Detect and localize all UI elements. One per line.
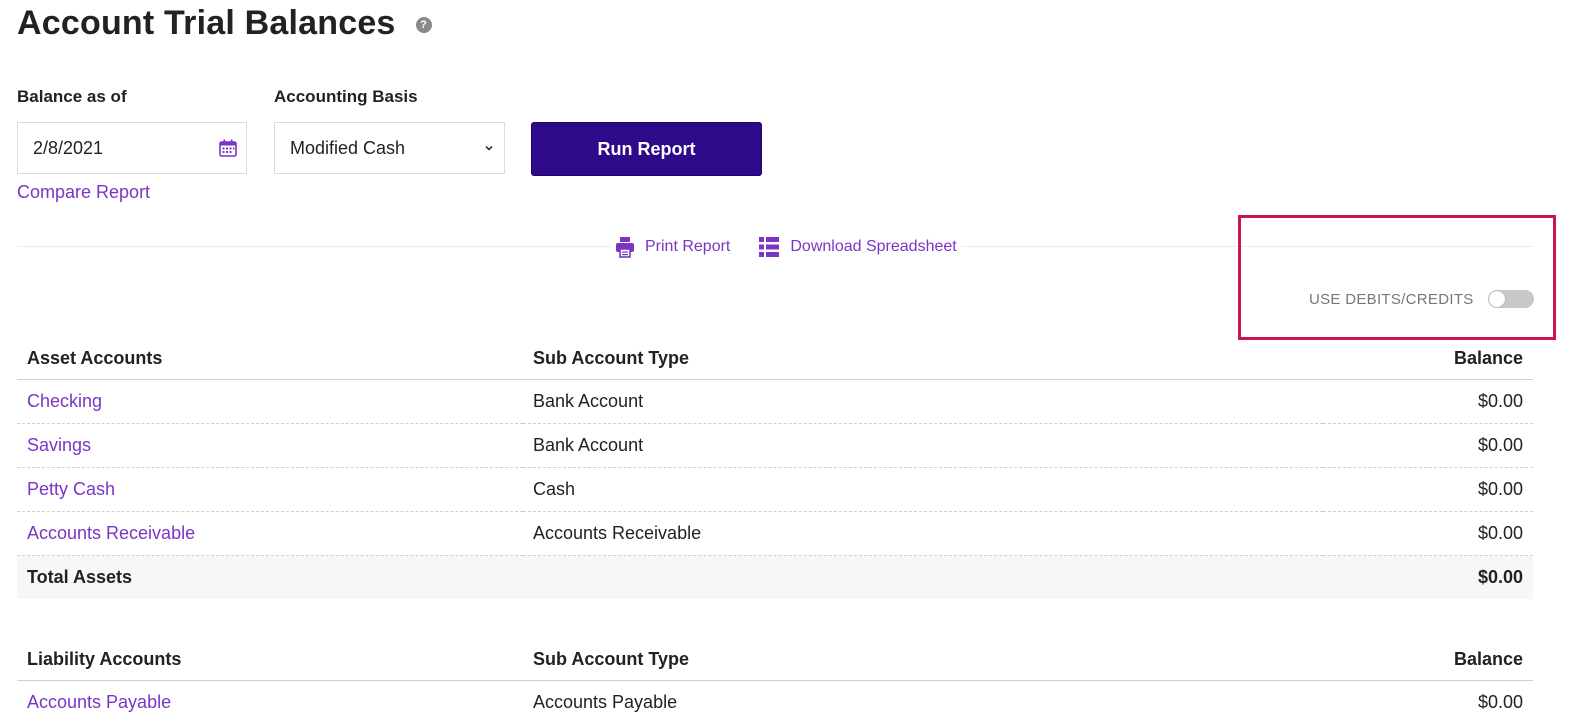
liability-accounts-table: Liability Accounts Sub Account Type Bala… bbox=[17, 638, 1533, 712]
column-header-sub-account-type: Sub Account Type bbox=[523, 638, 1323, 681]
debits-credits-toggle-row: USE DEBITS/CREDITS bbox=[1309, 290, 1534, 308]
title-row: Account Trial Balances ? bbox=[17, 4, 432, 43]
highlight-box bbox=[1238, 215, 1556, 340]
table-header-row: Asset Accounts Sub Account Type Balance bbox=[17, 337, 1533, 380]
table-row: Accounts Receivable Accounts Receivable … bbox=[17, 511, 1533, 556]
balance-cell: $0.00 bbox=[1323, 467, 1533, 512]
calendar-icon[interactable] bbox=[218, 138, 238, 158]
column-header-balance: Balance bbox=[1323, 638, 1533, 681]
accounting-basis-value: Modified Cash bbox=[290, 137, 406, 158]
download-spreadsheet-link[interactable]: Download Spreadsheet bbox=[758, 236, 957, 258]
balance-date-value: 2/8/2021 bbox=[33, 137, 104, 158]
sub-account-type: Accounts Receivable bbox=[523, 511, 1323, 556]
balance-cell: $0.00 bbox=[1323, 511, 1533, 556]
account-link[interactable]: Accounts Payable bbox=[17, 680, 523, 712]
balance-cell: $0.00 bbox=[1323, 680, 1533, 712]
column-header-asset-accounts: Asset Accounts bbox=[17, 337, 523, 380]
table-row: Savings Bank Account $0.00 bbox=[17, 423, 1533, 468]
debits-credits-toggle[interactable] bbox=[1487, 290, 1534, 308]
debits-credits-label: USE DEBITS/CREDITS bbox=[1309, 290, 1474, 308]
report-actions: Print Report Download Spreadsheet bbox=[611, 236, 961, 258]
column-header-sub-account-type: Sub Account Type bbox=[523, 337, 1323, 380]
asset-accounts-table: Asset Accounts Sub Account Type Balance … bbox=[17, 337, 1533, 599]
printer-icon bbox=[616, 237, 634, 258]
table-row: Accounts Payable Accounts Payable $0.00 bbox=[17, 680, 1533, 712]
accounting-basis-select[interactable]: Modified Cash bbox=[274, 122, 505, 174]
print-report-link[interactable]: Print Report bbox=[615, 236, 730, 258]
total-empty-cell bbox=[523, 555, 1323, 599]
toggle-knob bbox=[1488, 291, 1505, 307]
sub-account-type: Bank Account bbox=[523, 423, 1323, 468]
balance-cell: $0.00 bbox=[1323, 423, 1533, 468]
sub-account-type: Bank Account bbox=[523, 379, 1323, 424]
run-report-button[interactable]: Run Report bbox=[531, 122, 762, 176]
balance-date-input[interactable]: 2/8/2021 bbox=[17, 122, 247, 174]
account-link[interactable]: Savings bbox=[17, 423, 523, 468]
balance-cell: $0.00 bbox=[1323, 379, 1533, 424]
page-title: Account Trial Balances bbox=[17, 4, 396, 42]
account-link[interactable]: Petty Cash bbox=[17, 467, 523, 512]
page: Account Trial Balances ? Balance as of A… bbox=[0, 0, 1580, 712]
sub-account-type: Accounts Payable bbox=[523, 680, 1323, 712]
table-header-row: Liability Accounts Sub Account Type Bala… bbox=[17, 638, 1533, 681]
sub-account-type: Cash bbox=[523, 467, 1323, 512]
print-report-label: Print Report bbox=[645, 238, 731, 255]
help-icon[interactable]: ? bbox=[415, 16, 432, 33]
column-header-liability-accounts: Liability Accounts bbox=[17, 638, 523, 681]
chevron-down-icon bbox=[485, 145, 493, 151]
account-link[interactable]: Checking bbox=[17, 379, 523, 424]
list-icon bbox=[759, 237, 780, 257]
total-assets-label: Total Assets bbox=[17, 555, 523, 599]
total-assets-balance: $0.00 bbox=[1323, 555, 1533, 599]
balance-as-of-label: Balance as of bbox=[17, 87, 127, 106]
total-assets-row: Total Assets $0.00 bbox=[17, 555, 1533, 599]
table-row: Checking Bank Account $0.00 bbox=[17, 379, 1533, 424]
compare-report-link[interactable]: Compare Report bbox=[17, 182, 150, 203]
accounting-basis-label: Accounting Basis bbox=[274, 87, 418, 106]
account-link[interactable]: Accounts Receivable bbox=[17, 511, 523, 556]
table-row: Petty Cash Cash $0.00 bbox=[17, 467, 1533, 512]
column-header-balance: Balance bbox=[1323, 337, 1533, 380]
download-spreadsheet-label: Download Spreadsheet bbox=[790, 238, 957, 255]
